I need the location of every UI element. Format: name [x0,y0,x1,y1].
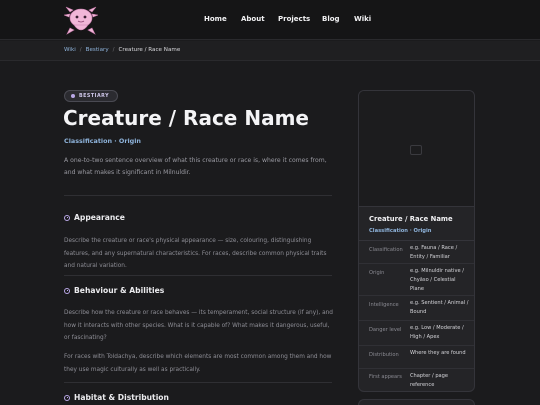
infobox-row-value: Where they are found [410,350,466,356]
section-bullet-icon [64,287,70,294]
infobox-card: Creature / Race Name Classification · Or… [358,90,475,392]
section-heading-habitat: Habitat & Distribution [64,393,169,402]
infobox-row-key: Classification [369,247,403,253]
infobox-row: Classification e.g. Fauna / Race / Entit… [359,241,474,264]
top-nav: Home About Projects Blog Wiki [0,0,540,40]
nav-home-link[interactable]: Home [204,15,227,23]
breadcrumb-separator: / [79,47,82,53]
section-heading-label: Habitat & Distribution [74,393,169,402]
breadcrumb: Wiki / Bestiary / Creature / Race Name [0,41,540,61]
infobox-row: Intelligence e.g. Sentient / Animal / Bo… [359,296,474,321]
badge-label: BESTIARY [79,93,110,99]
axolotl-logo-icon[interactable] [64,4,98,36]
infobox-row: First appears Chapter / page reference [359,369,474,391]
infobox-row-value: Chapter / page reference [410,373,449,388]
breadcrumb-wiki-link[interactable]: Wiki [64,47,76,53]
infobox-row-key: Intelligence [369,302,399,308]
infobox-row: Origin e.g. Milnuldir native / Chyāso / … [359,264,474,296]
page-title: Creature / Race Name [63,106,309,130]
secondary-card [358,399,475,405]
divider [64,275,332,276]
nav-wiki-link[interactable]: Wiki [354,15,371,23]
divider [64,195,332,196]
page-classification: Classification · Origin [64,137,141,145]
infobox-image[interactable] [359,91,474,207]
section-paragraph: Describe how the creature or race behave… [64,310,333,341]
nav-blog-link[interactable]: Blog [322,15,340,23]
infobox-row-value: e.g. Sentient / Animal / Bound [410,300,469,315]
infobox-title: Creature / Race Name [369,215,453,223]
infobox-row-key: First appears [369,374,402,380]
breadcrumb-bestiary-link[interactable]: Bestiary [86,47,109,53]
nav-about-link[interactable]: About [241,15,265,23]
infobox-row-value: e.g. Fauna / Race / Entity / Familiar [410,245,458,260]
image-placeholder-icon [410,145,422,155]
page-intro: A one-to-two sentence overview of what t… [64,157,327,176]
section-heading-label: Behaviour & Abilities [74,286,165,295]
infobox-row-key: Distribution [369,352,399,358]
infobox-row-key: Origin [369,270,385,276]
infobox-classification: Classification · Origin [369,228,432,234]
section-heading-behaviour: Behaviour & Abilities [64,286,164,295]
category-badge[interactable]: BESTIARY [64,90,119,102]
breadcrumb-current: Creature / Race Name [118,47,181,53]
nav-projects-link[interactable]: Projects [278,15,310,23]
infobox-row: Danger level e.g. Low / Moderate / High … [359,321,474,346]
infobox-row-key: Danger level [369,327,402,333]
infobox-row-value: e.g. Milnuldir native / Chyāso / Celesti… [410,268,464,292]
badge-dot-icon [71,94,75,98]
section-heading-label: Appearance [74,213,125,222]
section-bullet-icon [64,214,70,221]
divider [64,382,332,383]
section-bullet-icon [64,394,70,401]
section-paragraph: For races with Toldachya, describe which… [64,354,332,373]
infobox-row-value: e.g. Low / Moderate / High / Apex [410,325,464,340]
section-paragraph: Describe the creature or race's physical… [64,238,327,269]
breadcrumb-separator: / [112,47,115,53]
infobox-row: Distribution Where they are found [359,346,474,369]
section-heading-appearance: Appearance [64,213,125,222]
